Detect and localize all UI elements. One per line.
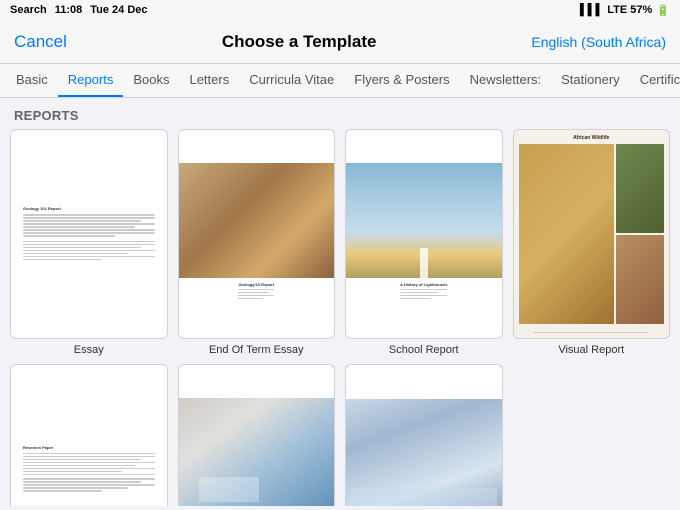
template-essay[interactable]: Geology 101 Report xyxy=(10,129,168,356)
status-bar: Search 11:08 Tue 24 Dec ▌▌▌ LTE 57% 🔋 xyxy=(0,0,680,20)
title-bar: Cancel Choose a Template English (South … xyxy=(0,20,680,64)
tab-certificates[interactable]: Certificates xyxy=(630,64,680,97)
tab-stationery[interactable]: Stationery xyxy=(551,64,630,97)
tab-flyers-posters[interactable]: Flyers & Posters xyxy=(344,64,459,97)
template-essay-label: Essay xyxy=(74,344,104,356)
tab-basic[interactable]: Basic xyxy=(6,64,58,97)
language-button[interactable]: English (South Africa) xyxy=(531,34,666,50)
battery-icon: 🔋 xyxy=(656,4,670,17)
template-research-paper[interactable]: Research Paper Research xyxy=(10,364,168,506)
empty-slot xyxy=(513,364,671,506)
template-visual-report-label: Visual Report xyxy=(558,344,624,356)
network-label: LTE 57% xyxy=(607,4,652,16)
tab-books[interactable]: Books xyxy=(123,64,179,97)
page-title: Choose a Template xyxy=(222,32,377,52)
search-label: Search xyxy=(10,4,47,16)
date-display: Tue 24 Dec xyxy=(90,4,147,16)
category-nav: Basic Reports Books Letters Curricula Vi… xyxy=(0,64,680,98)
template-end-of-term-essay[interactable]: Geology/10 Report End Of Term Essay xyxy=(178,129,336,356)
template-school-report[interactable]: A History of Lighthouses School Report xyxy=(345,129,503,356)
tab-reports[interactable]: Reports xyxy=(58,64,124,97)
template-end-of-term-label: End Of Term Essay xyxy=(209,344,304,356)
template-project-proposal[interactable]: Project Proposal Project Proposal xyxy=(345,364,503,506)
template-content: REPORTS Geology 101 Report xyxy=(0,98,680,506)
template-school-report-label: School Report xyxy=(389,344,459,356)
template-modern-report[interactable]: International Modern Architecture Modern… xyxy=(178,364,336,506)
signal-icon: ▌▌▌ xyxy=(580,4,603,16)
reports-grid-row1: Geology 101 Report xyxy=(10,129,670,356)
reports-grid-row2: Research Paper Research xyxy=(10,364,670,506)
template-visual-report[interactable]: African Wildlife Visual Report xyxy=(513,129,671,356)
tab-curricula-vitae[interactable]: Curricula Vitae xyxy=(239,64,344,97)
tab-letters[interactable]: Letters xyxy=(179,64,239,97)
time-display: 11:08 xyxy=(55,4,83,16)
reports-section-header: REPORTS xyxy=(10,98,670,129)
tab-newsletters[interactable]: Newsletters: xyxy=(460,64,552,97)
cancel-button[interactable]: Cancel xyxy=(14,32,67,52)
